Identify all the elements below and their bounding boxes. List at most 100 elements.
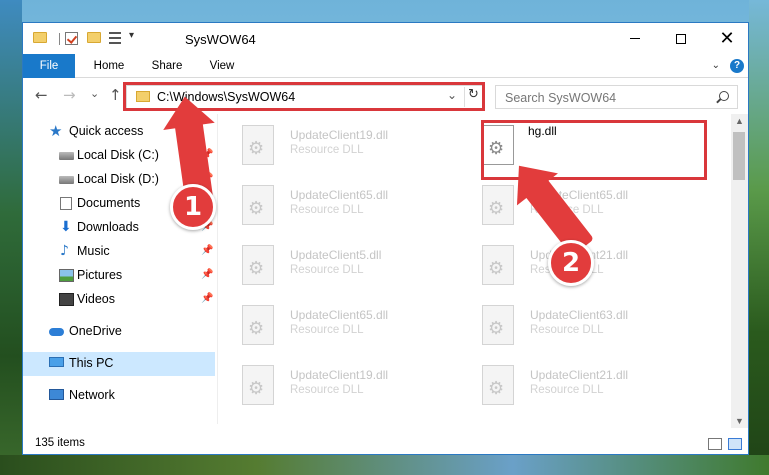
desktop-background-left bbox=[0, 0, 22, 475]
close-button[interactable]: ✕ bbox=[704, 23, 750, 54]
network-icon bbox=[49, 389, 64, 400]
forward-arrow-icon[interactable]: → bbox=[63, 86, 76, 104]
recent-locations-icon[interactable]: ⌄ bbox=[90, 87, 99, 100]
item-count: 135 items bbox=[35, 437, 85, 449]
onedrive-icon bbox=[49, 328, 64, 336]
tab-file[interactable]: File bbox=[23, 54, 75, 78]
file-item[interactable]: UpdateClient21.dll Resource DLL bbox=[460, 360, 690, 412]
desktop-background-right bbox=[749, 0, 769, 475]
file-item[interactable]: UpdateClient19.dll Resource DLL bbox=[220, 360, 450, 412]
sidebar-item-onedrive[interactable]: OneDrive bbox=[23, 320, 215, 344]
star-icon: ★ bbox=[49, 122, 63, 140]
file-type: Resource DLL bbox=[290, 324, 364, 336]
sidebar-item-label: Quick access bbox=[69, 124, 144, 138]
sidebar-item-label: This PC bbox=[69, 356, 114, 370]
scroll-up-icon[interactable]: ▲ bbox=[735, 116, 744, 126]
file-type: Resource DLL bbox=[290, 384, 364, 396]
sidebar-item-label: Documents bbox=[77, 196, 141, 210]
step-badge-2: 2 bbox=[548, 240, 594, 286]
search-placeholder: Search SysWOW64 bbox=[505, 91, 617, 105]
minimize-icon bbox=[630, 38, 640, 39]
customize-toolbar-icon[interactable] bbox=[109, 32, 124, 44]
new-folder-icon[interactable] bbox=[87, 32, 101, 43]
dll-file-icon bbox=[482, 305, 514, 345]
quick-access-dropdown-icon[interactable]: ▾ bbox=[129, 30, 134, 41]
sidebar-item-label: Network bbox=[69, 388, 115, 402]
file-type: Resource DLL bbox=[290, 204, 364, 216]
search-input[interactable]: Search SysWOW64 bbox=[495, 85, 738, 109]
title-bar: ▾ SysWOW64 ✕ bbox=[23, 23, 748, 54]
pc-icon bbox=[49, 357, 64, 367]
desktop-background-bottom bbox=[0, 455, 769, 475]
file-name: UpdateClient19.dll bbox=[290, 128, 389, 142]
pin-icon: 📌 bbox=[201, 269, 214, 280]
sidebar-item-pictures[interactable]: Pictures 📌 bbox=[23, 264, 215, 288]
help-button[interactable]: ? bbox=[730, 59, 744, 73]
title-separator bbox=[59, 33, 60, 45]
tab-home[interactable]: Home bbox=[85, 54, 133, 78]
documents-icon bbox=[60, 197, 72, 210]
minimize-button[interactable] bbox=[612, 23, 658, 54]
file-item[interactable]: UpdateClient65.dll Resource DLL bbox=[220, 180, 450, 232]
file-type: Resource DLL bbox=[530, 384, 604, 396]
file-type: Resource DLL bbox=[290, 264, 364, 276]
file-explorer-window: ▾ SysWOW64 ✕ File Home Share View ⌄ ? ← … bbox=[22, 22, 749, 455]
back-arrow-icon[interactable]: ← bbox=[35, 86, 48, 104]
downloads-icon: ⬇ bbox=[60, 219, 72, 235]
window-title: SysWOW64 bbox=[185, 32, 256, 47]
sidebar-item-this-pc[interactable]: This PC bbox=[23, 352, 215, 376]
step-badge-1: 1 bbox=[170, 184, 216, 230]
sidebar-item-music[interactable]: ♪ Music 📌 bbox=[23, 240, 215, 264]
tiles-view-icon[interactable] bbox=[728, 438, 742, 450]
close-icon: ✕ bbox=[719, 27, 735, 49]
music-icon: ♪ bbox=[60, 243, 69, 259]
dll-file-icon bbox=[242, 125, 274, 165]
folder-icon bbox=[33, 32, 47, 43]
chevron-down-icon[interactable]: ⌄ bbox=[712, 60, 720, 71]
file-item[interactable]: UpdateClient65.dll Resource DLL bbox=[220, 300, 450, 352]
pin-icon: 📌 bbox=[201, 293, 214, 304]
pane-divider bbox=[217, 114, 218, 424]
up-arrow-icon[interactable]: ↑ bbox=[109, 86, 122, 104]
properties-check-icon[interactable] bbox=[65, 32, 78, 45]
navigation-bar: ← → ⌄ ↑ C:\Windows\SysWOW64 ⌄ ↻ Search S… bbox=[23, 78, 748, 114]
tab-share[interactable]: Share bbox=[143, 54, 191, 78]
file-item[interactable]: UpdateClient63.dll Resource DLL bbox=[460, 300, 690, 352]
sidebar-item-label: Videos bbox=[77, 292, 115, 306]
dll-file-icon bbox=[242, 245, 274, 285]
sidebar-item-label: Downloads bbox=[77, 220, 139, 234]
dll-file-icon bbox=[482, 365, 514, 405]
details-view-icon[interactable] bbox=[708, 438, 722, 450]
sidebar-item-label: Music bbox=[77, 244, 110, 258]
ribbon-tabs: File Home Share View ⌄ ? bbox=[23, 54, 748, 78]
file-name: UpdateClient65.dll bbox=[290, 188, 389, 202]
file-name: UpdateClient19.dll bbox=[290, 368, 389, 382]
file-type: Resource DLL bbox=[530, 324, 604, 336]
file-type: Resource DLL bbox=[290, 144, 364, 156]
sidebar-item-network[interactable]: Network bbox=[23, 384, 215, 408]
scroll-down-icon[interactable]: ▼ bbox=[735, 416, 744, 426]
file-item[interactable]: UpdateClient5.dll Resource DLL bbox=[220, 240, 450, 292]
tab-view[interactable]: View bbox=[199, 54, 245, 78]
sidebar-item-label: Pictures bbox=[77, 268, 123, 282]
status-bar: 135 items bbox=[23, 432, 748, 456]
file-name: UpdateClient5.dll bbox=[290, 248, 382, 262]
drive-icon bbox=[59, 152, 74, 160]
videos-icon bbox=[59, 293, 74, 306]
sidebar-item-label: OneDrive bbox=[69, 324, 122, 338]
dll-file-icon bbox=[242, 365, 274, 405]
file-item[interactable]: UpdateClient19.dll Resource DLL bbox=[220, 120, 450, 172]
sidebar-item-videos[interactable]: Videos 📌 bbox=[23, 288, 215, 312]
search-icon bbox=[719, 91, 729, 101]
file-name: UpdateClient65.dll bbox=[290, 308, 389, 322]
sidebar-item-label: Local Disk (D:) bbox=[77, 172, 159, 186]
pin-icon: 📌 bbox=[201, 245, 214, 256]
file-name: UpdateClient21.dll bbox=[530, 368, 629, 382]
vertical-scrollbar[interactable]: ▲ ▼ bbox=[731, 114, 748, 428]
maximize-button[interactable] bbox=[658, 23, 704, 54]
maximize-icon bbox=[676, 33, 686, 44]
dll-file-icon bbox=[242, 305, 274, 345]
dll-file-icon bbox=[242, 185, 274, 225]
sidebar-item-label: Local Disk (C:) bbox=[77, 148, 159, 162]
scrollbar-thumb[interactable] bbox=[733, 132, 745, 180]
